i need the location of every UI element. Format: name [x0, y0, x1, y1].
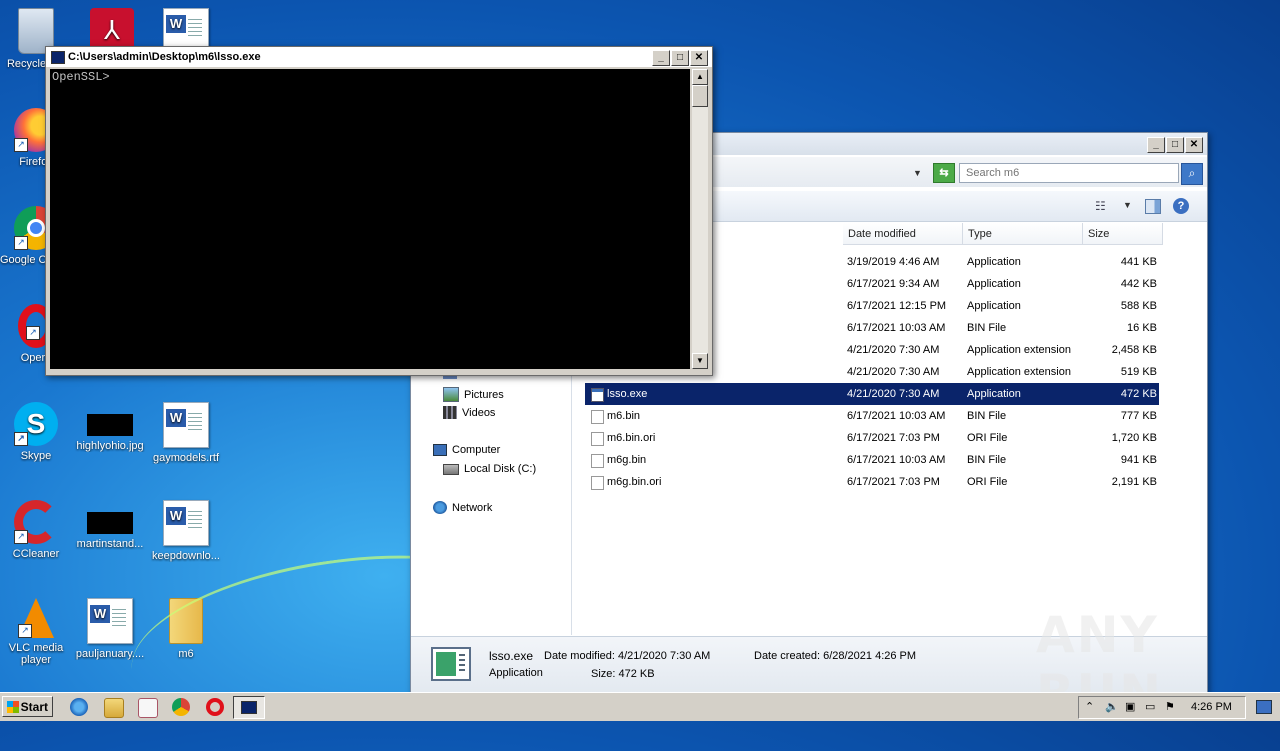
desktop-icon-gaymodels[interactable]: gaymodels.rtf	[150, 402, 222, 464]
image-file-icon	[87, 414, 133, 436]
details-modified: Date modified: 4/21/2020 7:30 AM	[544, 650, 711, 662]
console-title: C:\Users\admin\Desktop\m6\lsso.exe	[68, 51, 261, 63]
nav-item-computer[interactable]: Computer	[433, 444, 500, 456]
application-file-icon	[591, 388, 604, 402]
details-kind: Application	[489, 667, 543, 679]
search-icon[interactable]: ⌕	[1181, 163, 1203, 185]
ccleaner-icon: ↗	[14, 500, 58, 544]
console-scrollbar[interactable]: ▲ ▼	[692, 69, 708, 369]
media-player-icon[interactable]	[138, 698, 158, 718]
pictures-icon	[443, 387, 459, 402]
nav-item-network[interactable]: Network	[433, 501, 492, 514]
taskbar: Start ⌃ 🔈 ▣ ▭ ⚑ 4:26 PM	[0, 692, 1280, 721]
scroll-down-icon[interactable]: ▼	[692, 353, 708, 369]
chevron-down-icon[interactable]: ▼	[1123, 200, 1132, 210]
address-dropdown-icon[interactable]: ▼	[913, 168, 922, 178]
show-desktop-button[interactable]	[1256, 700, 1272, 714]
drive-icon	[443, 463, 459, 475]
details-filename: lsso.exe	[489, 649, 534, 663]
power-icon[interactable]: ▭	[1145, 697, 1155, 717]
clock[interactable]: 4:26 PM	[1191, 697, 1232, 717]
desktop-icon-ccleaner[interactable]: ↗ CCleaner	[0, 500, 72, 560]
scroll-up-icon[interactable]: ▲	[692, 69, 708, 85]
refresh-icon[interactable]: ⇆	[933, 163, 955, 183]
nav-item-videos[interactable]: Videos	[443, 406, 495, 419]
shortcut-arrow-icon: ↗	[14, 138, 28, 152]
minimize-button[interactable]: _	[652, 50, 670, 66]
console-title-bar[interactable]: C:\Users\admin\Desktop\m6\lsso.exe _ □ ✕	[46, 47, 712, 67]
videos-icon	[443, 406, 457, 419]
file-row[interactable]: m6.bin 6/17/2021 10:03 AM BIN File 777 K…	[585, 405, 1159, 427]
image-file-icon	[87, 512, 133, 534]
preview-pane-icon[interactable]	[1145, 199, 1161, 214]
scroll-thumb[interactable]	[692, 85, 708, 107]
start-button[interactable]: Start	[2, 696, 53, 717]
minimize-button[interactable]: _	[1147, 137, 1165, 153]
action-center-flag-icon[interactable]: ⚑	[1165, 697, 1175, 717]
shortcut-arrow-icon: ↗	[14, 236, 28, 250]
nav-item-pictures[interactable]: Pictures	[443, 387, 504, 402]
file-icon	[591, 432, 604, 446]
application-large-icon	[431, 647, 471, 681]
desktop-icon-keepdownlo[interactable]: keepdownlo...	[150, 500, 222, 562]
computer-icon	[433, 444, 447, 456]
shortcut-arrow-icon: ↗	[14, 530, 28, 544]
shortcut-arrow-icon: ↗	[14, 432, 28, 446]
details-size: Size: 472 KB	[591, 668, 655, 680]
file-explorer-icon[interactable]	[104, 698, 124, 718]
maximize-button[interactable]: □	[1166, 137, 1184, 153]
help-icon[interactable]: ?	[1173, 198, 1189, 214]
console-output[interactable]: OpenSSL>	[50, 69, 690, 369]
word-doc-icon	[163, 500, 209, 546]
shortcut-arrow-icon: ↗	[26, 326, 40, 340]
details-created: Date created: 6/28/2021 4:26 PM	[754, 650, 917, 662]
column-header-type[interactable]: Type	[963, 223, 1083, 245]
internet-explorer-icon[interactable]	[70, 698, 88, 716]
system-tray: ⌃ 🔈 ▣ ▭ ⚑ 4:26 PM	[1078, 696, 1246, 719]
nav-item-local-disk[interactable]: Local Disk (C:)	[443, 463, 536, 475]
vlc-icon: ↗	[18, 598, 54, 638]
close-button[interactable]: ✕	[690, 50, 708, 66]
console-window[interactable]: C:\Users\admin\Desktop\m6\lsso.exe _ □ ✕…	[45, 46, 713, 376]
tray-expand-icon[interactable]: ⌃	[1085, 697, 1094, 717]
network-tray-icon[interactable]: ▣	[1125, 697, 1135, 717]
skype-icon: S ↗	[14, 402, 58, 446]
opera-taskbar-icon[interactable]	[206, 698, 224, 716]
word-doc-icon	[163, 402, 209, 448]
file-icon	[591, 454, 604, 468]
column-header-size[interactable]: Size	[1083, 223, 1163, 245]
view-options-icon[interactable]: ☷	[1095, 199, 1106, 213]
word-doc-icon	[87, 598, 133, 644]
volume-icon[interactable]: 🔈	[1105, 697, 1119, 717]
search-input[interactable]	[959, 163, 1179, 183]
close-button[interactable]: ✕	[1185, 137, 1203, 153]
console-app-icon	[241, 701, 257, 714]
console-app-icon	[51, 51, 65, 64]
file-row[interactable]: m6g.bin.ori 6/17/2021 7:03 PM ORI File 2…	[585, 471, 1159, 493]
column-header-date[interactable]: Date modified	[843, 223, 963, 245]
file-icon	[591, 410, 604, 424]
desktop-icon-martinstand[interactable]: martinstand...	[74, 500, 146, 550]
file-row-selected[interactable]: lsso.exe 4/21/2020 7:30 AM Application 4…	[585, 383, 1159, 405]
chrome-taskbar-icon[interactable]	[172, 698, 190, 716]
file-row[interactable]: m6.bin.ori 6/17/2021 7:03 PM ORI File 1,…	[585, 427, 1159, 449]
desktop-icon-highlyohio[interactable]: highlyohio.jpg	[74, 402, 146, 452]
network-icon	[433, 501, 447, 514]
shortcut-arrow-icon: ↗	[18, 624, 32, 638]
desktop-icon-skype[interactable]: S ↗ Skype	[0, 402, 72, 462]
file-icon	[591, 476, 604, 490]
console-taskbar-button[interactable]	[233, 696, 265, 719]
desktop-icon-vlc[interactable]: ↗ VLC media player	[0, 598, 72, 666]
maximize-button[interactable]: □	[671, 50, 689, 66]
file-row[interactable]: m6g.bin 6/17/2021 10:03 AM BIN File 941 …	[585, 449, 1159, 471]
